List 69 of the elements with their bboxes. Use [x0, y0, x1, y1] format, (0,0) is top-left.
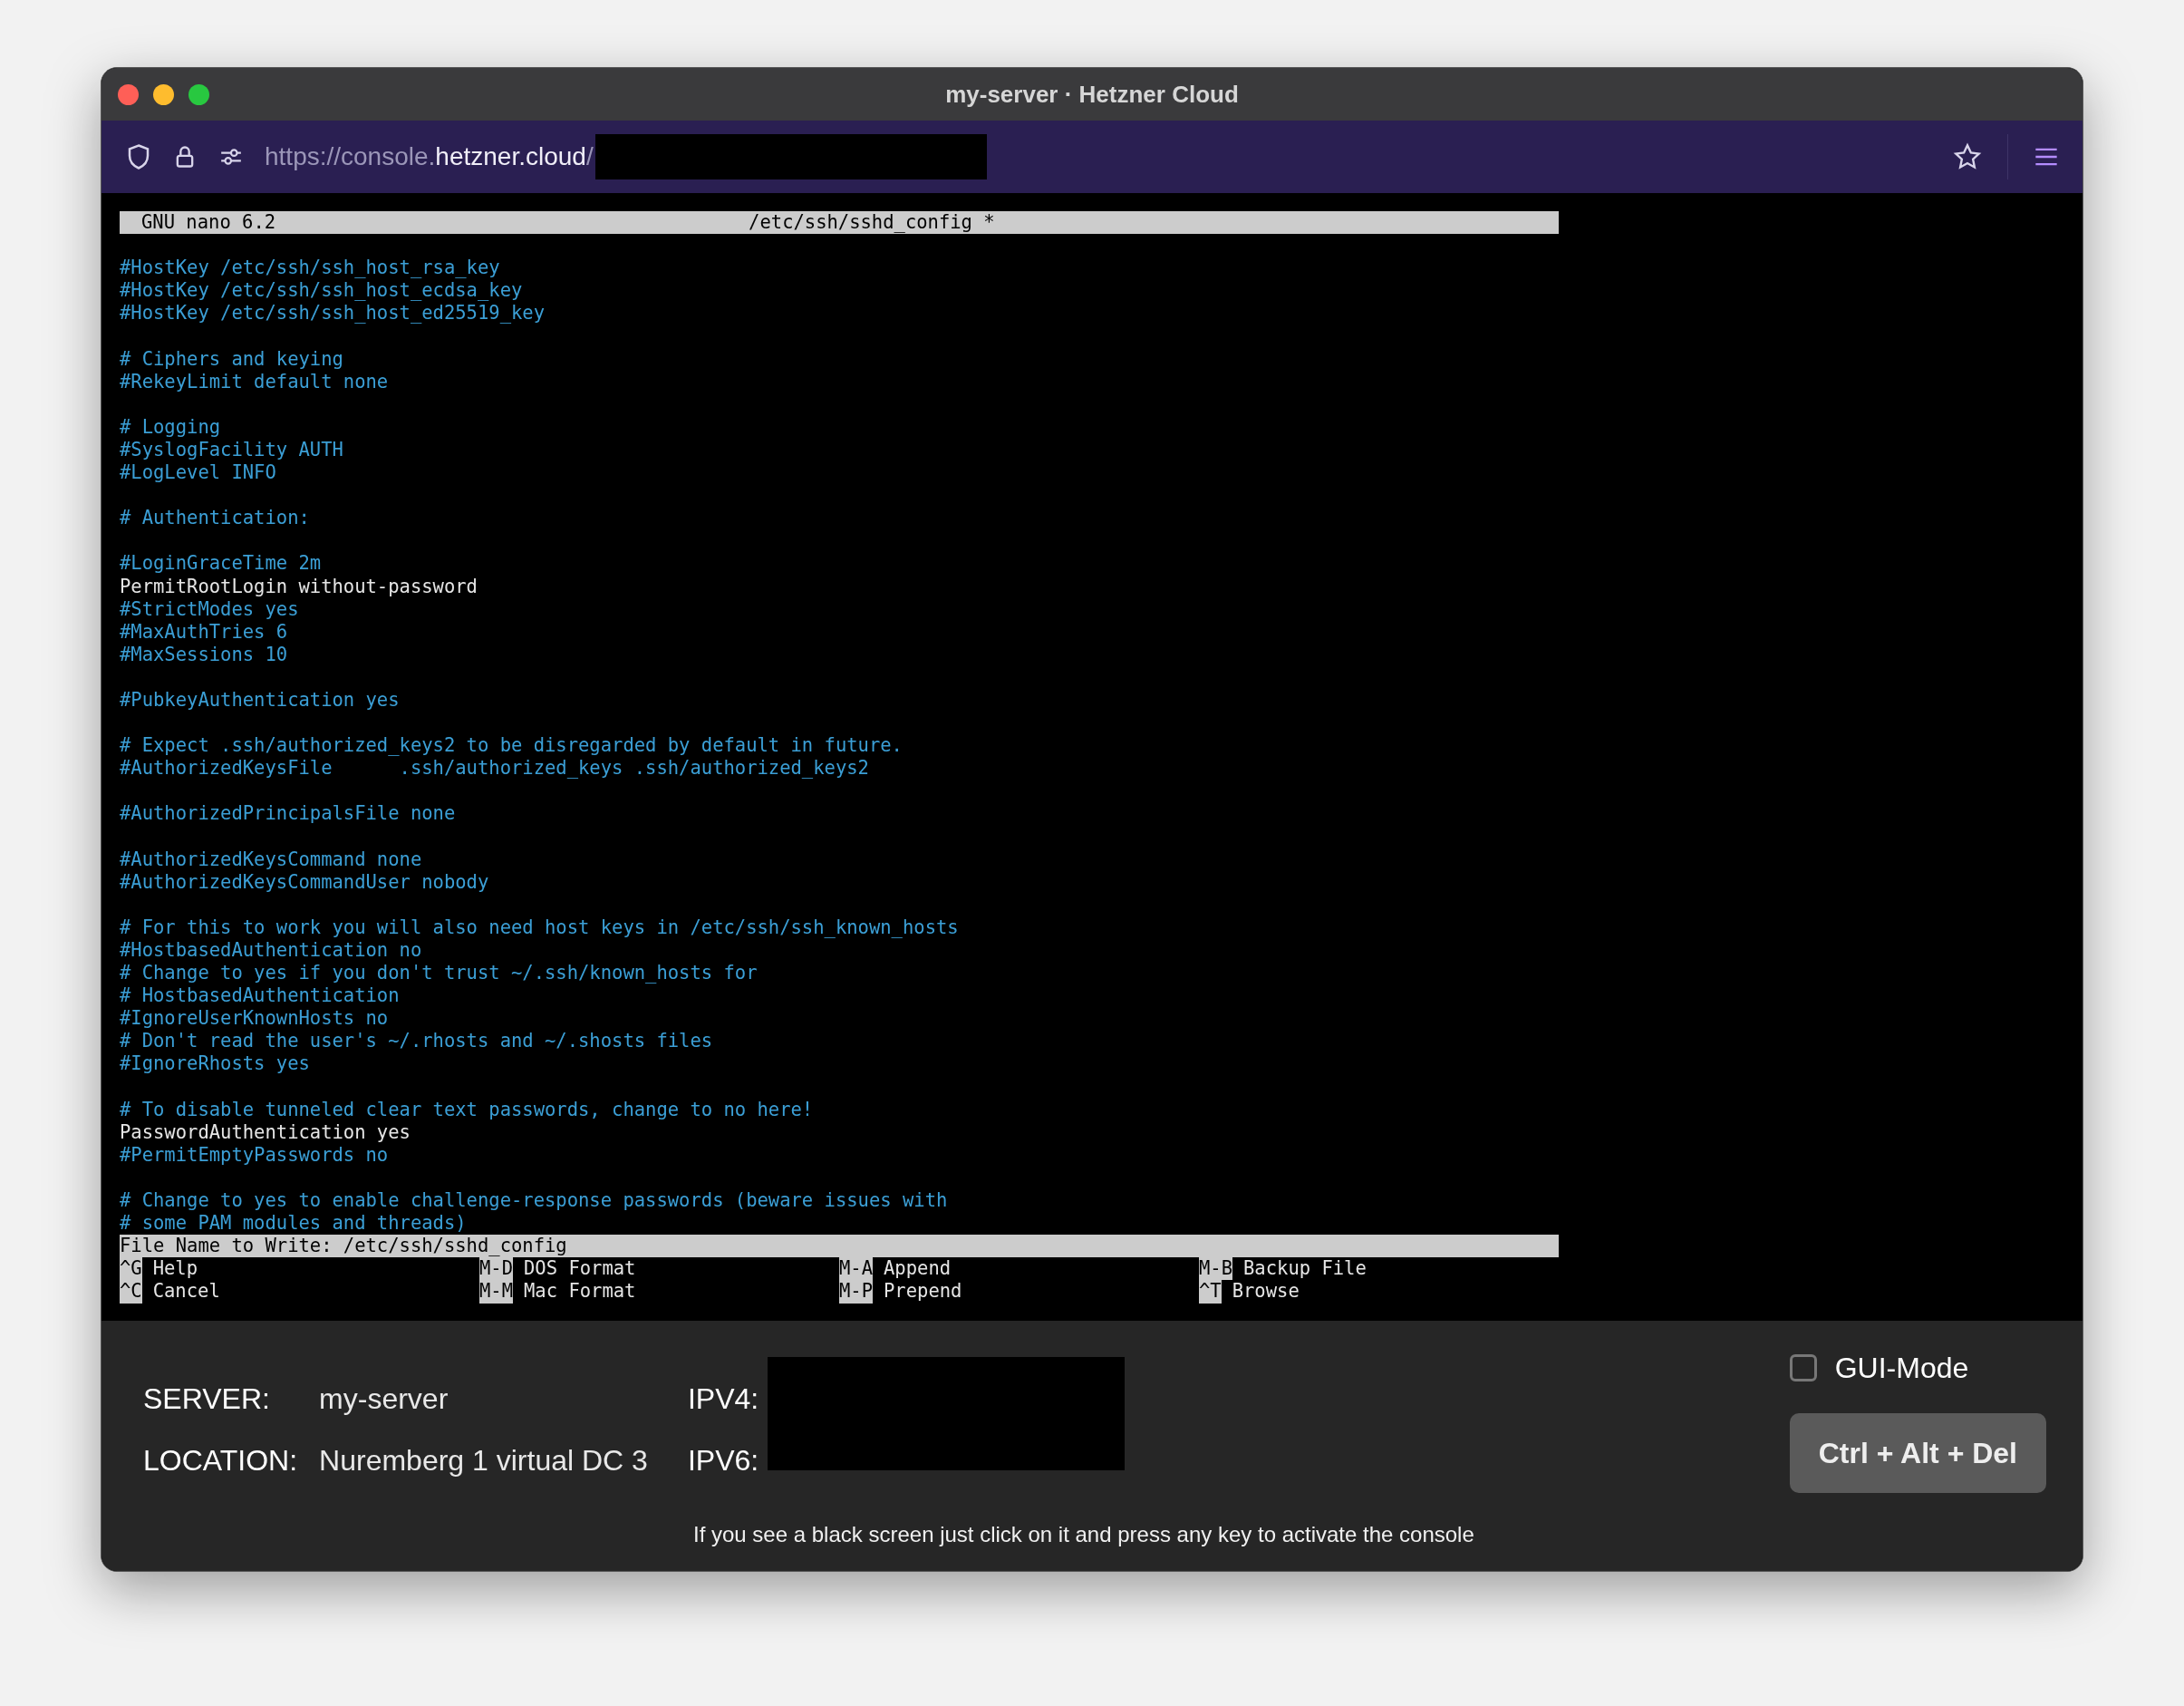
- shortcut-key: ^C: [120, 1280, 142, 1304]
- comment-line: #StrictModes yes: [120, 597, 299, 621]
- editor-name: GNU nano 6.2: [141, 211, 276, 235]
- close-button[interactable]: [118, 83, 139, 105]
- shortcut-key: M-B: [1199, 1257, 1233, 1281]
- server-label: SERVER:: [143, 1381, 271, 1417]
- gui-mode-checkbox[interactable]: [1789, 1354, 1817, 1381]
- config-line: PasswordAuthentication yes: [120, 1120, 411, 1144]
- comment-line: # Expect .ssh/authorized_keys2 to be disregarded by default in future.: [120, 734, 903, 758]
- terminal[interactable]: [101, 193, 2083, 1321]
- file-name: /etc/ssh/sshd_config *: [749, 211, 995, 235]
- comment-line: # Authentication:: [120, 507, 310, 530]
- shortcut-label: Browse: [1232, 1280, 1300, 1304]
- shortcut-label: DOS Format: [524, 1257, 636, 1281]
- comment-line: #HostbasedAuthentication no: [120, 939, 422, 963]
- comment-line: #AuthorizedPrincipalsFile none: [120, 802, 456, 826]
- comment-line: #MaxSessions 10: [120, 643, 288, 666]
- shortcut-label: Backup File: [1243, 1257, 1367, 1281]
- window-title: my-server · Hetzner Cloud: [945, 79, 1239, 110]
- comment-line: # HostbasedAuthentication: [120, 984, 400, 1008]
- comment-line: #AuthorizedKeysFile .ssh/authorized_keys .ssh/authorized_keys2: [120, 757, 869, 780]
- comment-line: #PubkeyAuthentication yes: [120, 688, 400, 712]
- comment-line: #HostKey /etc/ssh/ssh_host_ecdsa_key: [120, 279, 523, 303]
- config-line: PermitRootLogin without-password: [120, 575, 478, 598]
- comment-line: #SyslogFacility AUTH: [120, 438, 343, 462]
- minimize-button[interactable]: [153, 83, 174, 105]
- comment-line: #PermitEmptyPasswords no: [120, 1143, 389, 1167]
- ipv4-label: IPV4:: [687, 1381, 759, 1417]
- comment-line: #IgnoreUserKnownHosts no: [120, 1007, 389, 1031]
- comment-line: # Don't read the user's ~/.rhosts and ~/.shosts files: [120, 1030, 713, 1053]
- comment-line: #RekeyLimit default none: [120, 370, 389, 393]
- comment-line: # To disable tunneled clear text passwords, change to no here!: [120, 1098, 814, 1121]
- zoom-button[interactable]: [188, 83, 209, 105]
- location-label: LOCATION:: [143, 1443, 298, 1478]
- comment-line: #LogLevel INFO: [120, 461, 276, 485]
- comment-line: #IgnoreRhosts yes: [120, 1052, 310, 1076]
- star-icon[interactable]: [1953, 142, 1982, 171]
- comment-line: # For this to work you will also need host keys in /etc/ssh/ssh_known_hosts: [120, 916, 959, 939]
- comment-line: #HostKey /etc/ssh/ssh_host_ed25519_key: [120, 302, 545, 325]
- server-name: my-server: [319, 1381, 449, 1417]
- comment-line: # Change to yes if you don't trust ~/.ssh/known_hosts for: [120, 962, 758, 985]
- ctrl-alt-del-button[interactable]: Ctrl + Alt + Del: [1789, 1413, 2046, 1493]
- menu-icon[interactable]: [2034, 146, 2059, 168]
- console-hint: If you see a black screen just click on it and press any key to activate the console: [693, 1521, 1474, 1548]
- comment-line: #AuthorizedKeysCommand none: [120, 848, 422, 871]
- location-value: Nuremberg 1 virtual DC 3: [319, 1443, 648, 1478]
- shortcut-label: Cancel: [152, 1280, 220, 1304]
- shortcut-key: M-P: [839, 1280, 874, 1304]
- shortcut-key: M-M: [479, 1280, 514, 1304]
- url-field[interactable]: https://console.hetzner.cloud/: [265, 138, 594, 176]
- comment-line: # Logging: [120, 415, 221, 439]
- comment-line: #MaxAuthTries 6: [120, 620, 288, 644]
- comment-line: # Change to yes to enable challenge-response passwords (beware issues with: [120, 1189, 948, 1213]
- comment-line: #AuthorizedKeysCommandUser nobody: [120, 870, 489, 894]
- comment-line: # Ciphers and keying: [120, 347, 343, 371]
- shortcut-label: Append: [884, 1257, 952, 1281]
- filename-prompt[interactable]: File Name to Write: /etc/ssh/sshd_config: [120, 1235, 1559, 1258]
- shortcut-key: M-D: [479, 1257, 514, 1281]
- shortcut-key: ^G: [120, 1257, 142, 1281]
- shortcut-key: M-A: [839, 1257, 874, 1281]
- shortcut-label: Mac Format: [524, 1280, 636, 1304]
- shortcut-label: Prepend: [884, 1280, 962, 1304]
- ipv6-label: IPV6:: [687, 1443, 759, 1478]
- gui-mode-label: GUI-Mode: [1834, 1351, 1969, 1386]
- comment-line: #LoginGraceTime 2m: [120, 552, 322, 576]
- comment-line: # some PAM modules and threads): [120, 1212, 467, 1236]
- shortcut-key: ^T: [1199, 1280, 1222, 1304]
- comment-line: #HostKey /etc/ssh/ssh_host_rsa_key: [120, 257, 500, 280]
- shortcut-label: Help: [152, 1257, 198, 1281]
